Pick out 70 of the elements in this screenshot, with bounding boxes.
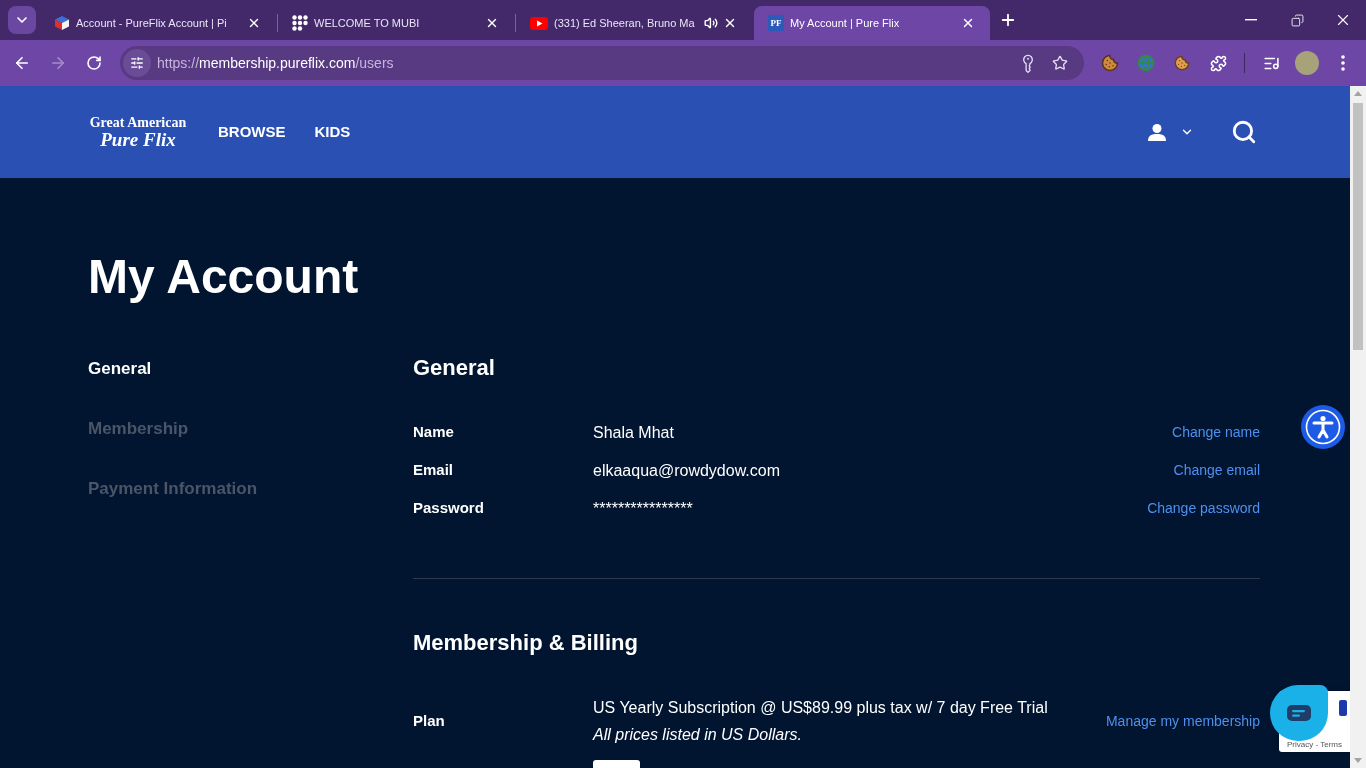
action-link[interactable]: Change password [1147,499,1260,517]
url-text: https://membership.pureflix.com/users [157,54,394,72]
tab-title: My Account | Pure Flix [790,16,901,31]
site-info-button[interactable] [123,49,151,77]
minimize-icon [1245,19,1257,21]
avatar-icon [1295,51,1319,75]
globe-icon [1137,54,1155,72]
scroll-down-icon [1354,758,1362,763]
action-link[interactable]: Manage my membership [1105,712,1260,730]
account-menu-button[interactable] [1148,123,1194,141]
browser-tab[interactable]: (331) Ed Sheeran, Bruno Ma [516,6,752,40]
browser-tab[interactable]: Account - PureFlix Account | Pi [40,6,276,40]
tab-title: WELCOME TO MUBI [314,16,421,31]
site-favicon: PF [768,15,784,31]
tab-list-button[interactable] [8,6,36,34]
section-heading: Membership & Billing [413,629,639,657]
cube-favicon-icon [54,15,70,31]
menu-icon [1341,55,1345,71]
dots-favicon-icon [292,15,308,31]
nav-link[interactable]: BROWSE [218,122,286,142]
action-link[interactable]: Change name [1172,423,1260,441]
field-value: US Yearly Subscription @ US$89.99 plus tax w/ 7 day Free Trial [593,698,1048,718]
recaptcha-links: Privacy - Terms [1287,740,1342,750]
speaker-icon [704,16,718,30]
nav-link[interactable]: KIDS [314,122,351,142]
chat-icon [1287,705,1311,721]
address-bar[interactable]: https://membership.pureflix.com/users [120,46,1084,80]
tab-title: (331) Ed Sheeran, Bruno Ma [554,16,696,31]
chat-button[interactable] [1270,685,1328,741]
field-label: Password [413,498,485,518]
field-value: Shala Mhat [593,422,674,443]
star-icon [1052,55,1068,71]
field-value: elkaaqua@rowdydow.com [593,460,780,481]
reload-icon [86,55,102,71]
scroll-up-icon [1354,91,1362,96]
profile-button[interactable] [1293,49,1321,77]
site-logo[interactable]: Great American Pure Flix [88,115,188,149]
close-icon [961,16,975,30]
browser-tab[interactable]: PF My Account | Pure Flix [754,6,990,40]
close-icon [485,16,499,30]
scrollbar-thumb[interactable] [1353,103,1363,350]
close-icon [723,16,737,30]
action-link[interactable]: Change email [1173,461,1260,479]
field-value: **************** [593,498,693,519]
cookie-icon [1101,54,1119,72]
section-heading: General [413,354,496,382]
browser-tab[interactable]: WELCOME TO MUBI [278,6,514,40]
recaptcha-logo-icon [1339,700,1347,716]
page-scrollbar[interactable] [1350,86,1366,768]
plus-icon [999,11,1017,29]
field-label: Email [413,460,455,480]
field-note: All prices listed in US Dollars. [593,725,802,745]
side-nav-link[interactable]: General [88,355,152,383]
page-title: My Account [88,249,360,305]
restore-icon [1290,13,1304,27]
tab-title: Account - PureFlix Account | Pi [76,16,228,31]
search-icon [1231,119,1257,145]
field-label: Name [413,422,455,442]
forward-icon [49,54,67,72]
accessibility-icon [1305,409,1341,445]
play-favicon-icon [530,16,548,30]
search-button[interactable] [1231,119,1257,145]
back-icon [13,54,31,72]
user-icon [1148,123,1166,141]
close-icon [247,16,261,30]
field-label: Plan [413,711,446,731]
sliders-icon [130,56,144,70]
accessibility-button[interactable] [1301,405,1345,449]
puzzle-icon [1209,54,1227,72]
cookie-icon [1174,55,1190,71]
